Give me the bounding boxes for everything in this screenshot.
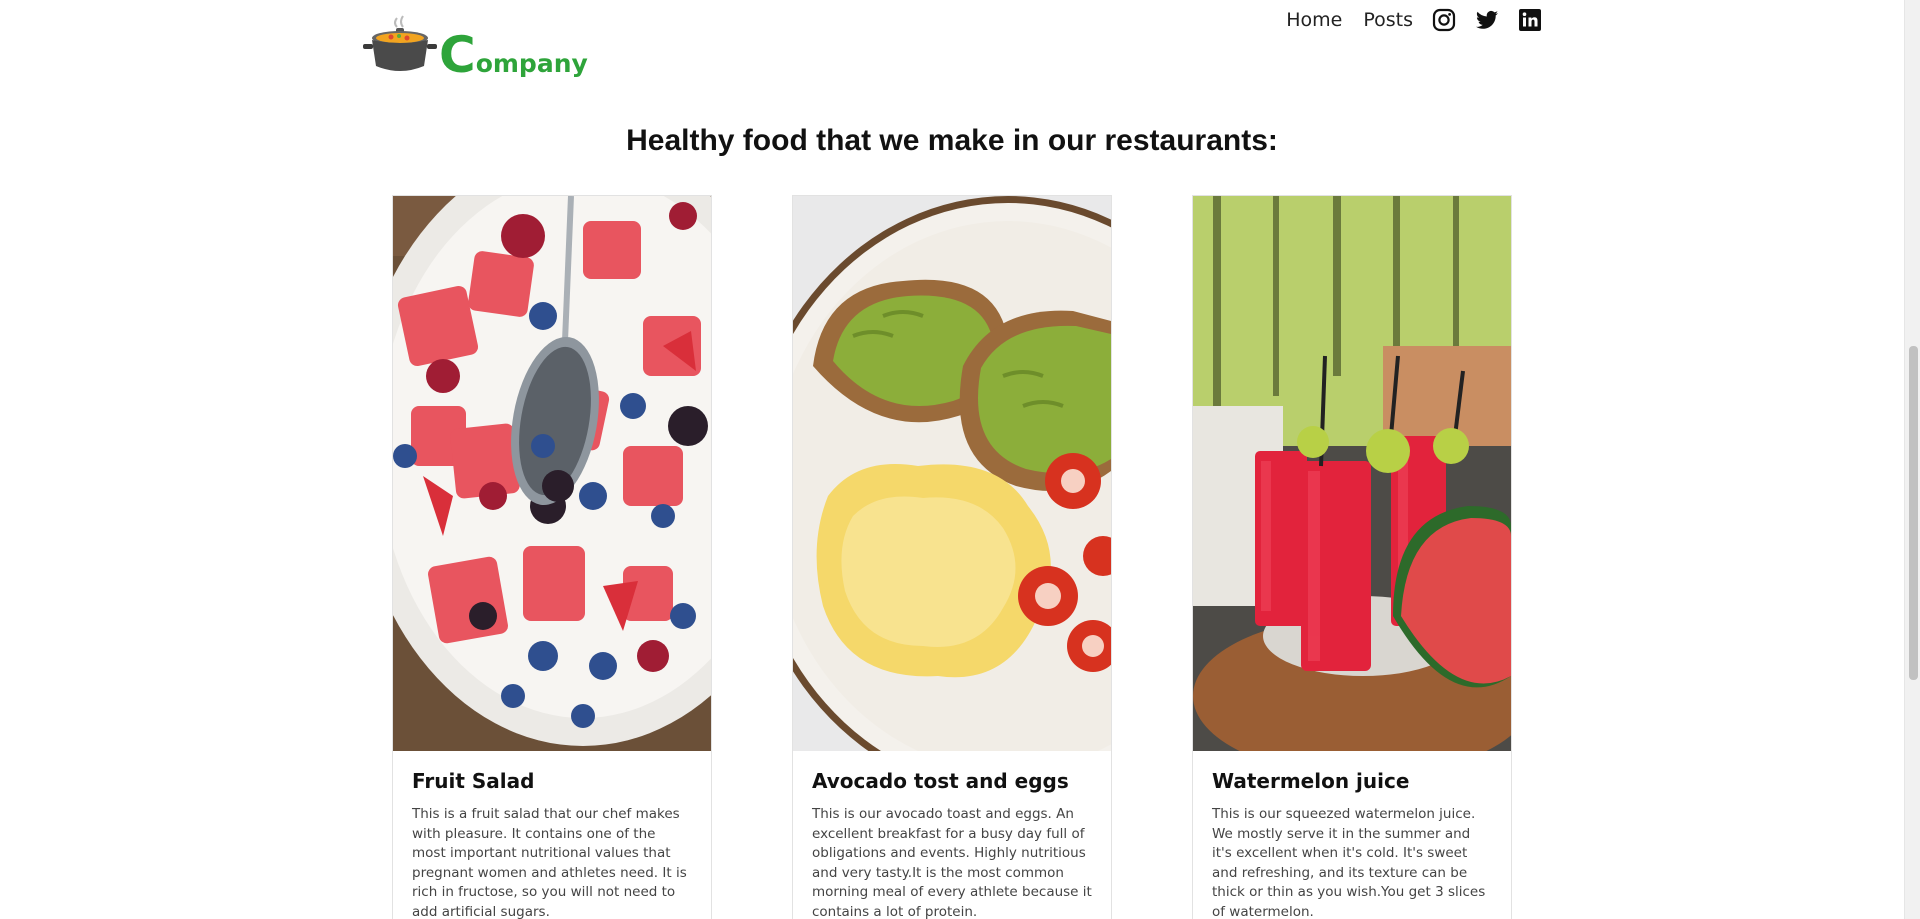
card-watermelon-juice[interactable]: Watermelon juice This is our squeezed wa… [1192,195,1512,919]
food-cards: Fruit Salad This is a fruit salad that o… [392,195,1512,919]
twitter-icon[interactable] [1475,8,1499,32]
card-fruit-salad[interactable]: Fruit Salad This is a fruit salad that o… [392,195,712,919]
top-nav: Home Posts [1265,8,1542,32]
scrollbar-thumb[interactable] [1909,346,1918,680]
card-description: This is a fruit salad that our chef make… [412,806,687,919]
fruit-salad-image [393,196,711,751]
card-description: This is our squeezed watermelon juice. W… [1212,806,1486,919]
nav-link-home[interactable]: Home [1286,9,1342,31]
instagram-icon[interactable] [1432,8,1456,32]
logo-wordmark: Company [439,30,588,80]
watermelon-juice-image [1193,196,1511,751]
card-avocado-toast[interactable]: Avocado tost and eggs This is our avocad… [792,195,1112,919]
logo-lead-letter: C [439,26,476,84]
card-description: This is our avocado toast and eggs. An e… [812,806,1092,919]
vertical-scrollbar[interactable] [1904,0,1920,919]
section-title: Healthy food that we make in our restaur… [626,124,1278,157]
company-logo[interactable]: Company [363,14,588,80]
page: Company Home Posts Healthy food that we … [0,0,1904,919]
logo-rest: ompany [475,49,588,78]
avocado-toast-image [793,196,1111,751]
card-title: Watermelon juice [1212,769,1410,793]
card-title: Fruit Salad [412,769,535,793]
nav-link-posts[interactable]: Posts [1363,9,1413,31]
cooking-pot-icon [363,15,437,71]
linkedin-icon[interactable] [1518,8,1542,32]
card-title: Avocado tost and eggs [812,769,1069,793]
